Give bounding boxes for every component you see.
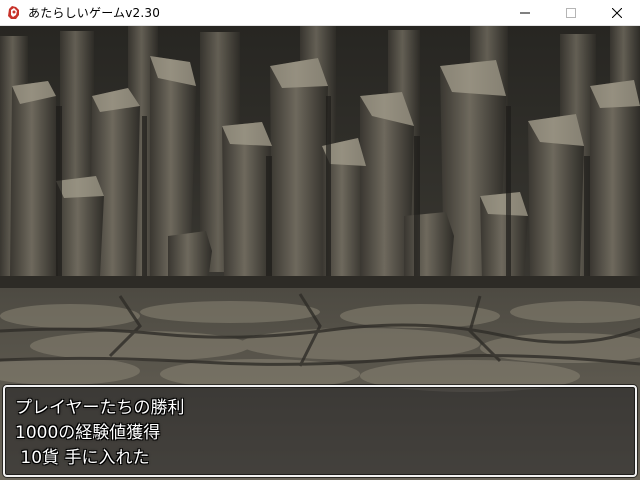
- window-controls: [502, 0, 640, 26]
- close-button[interactable]: [594, 0, 640, 26]
- message-line-experience: 1000の経験値獲得: [15, 423, 161, 443]
- maximize-button[interactable]: [548, 0, 594, 26]
- window-title: あたらしいゲームv2.30: [28, 6, 161, 20]
- minimize-button[interactable]: [502, 0, 548, 26]
- maximize-icon: [566, 8, 576, 18]
- game-viewport[interactable]: プレイヤーたちの勝利 1000の経験値獲得 10貨 手に入れた: [0, 26, 640, 480]
- message-line-victory: プレイヤーたちの勝利: [15, 398, 185, 418]
- rpg-maker-icon: [8, 5, 19, 19]
- title-bar[interactable]: あたらしいゲームv2.30: [0, 0, 640, 26]
- message-line-gold: 10貨 手に入れた: [15, 448, 150, 468]
- minimize-icon: [520, 12, 530, 14]
- close-icon: [612, 8, 622, 18]
- battle-message-window[interactable]: プレイヤーたちの勝利 1000の経験値獲得 10貨 手に入れた: [3, 385, 637, 477]
